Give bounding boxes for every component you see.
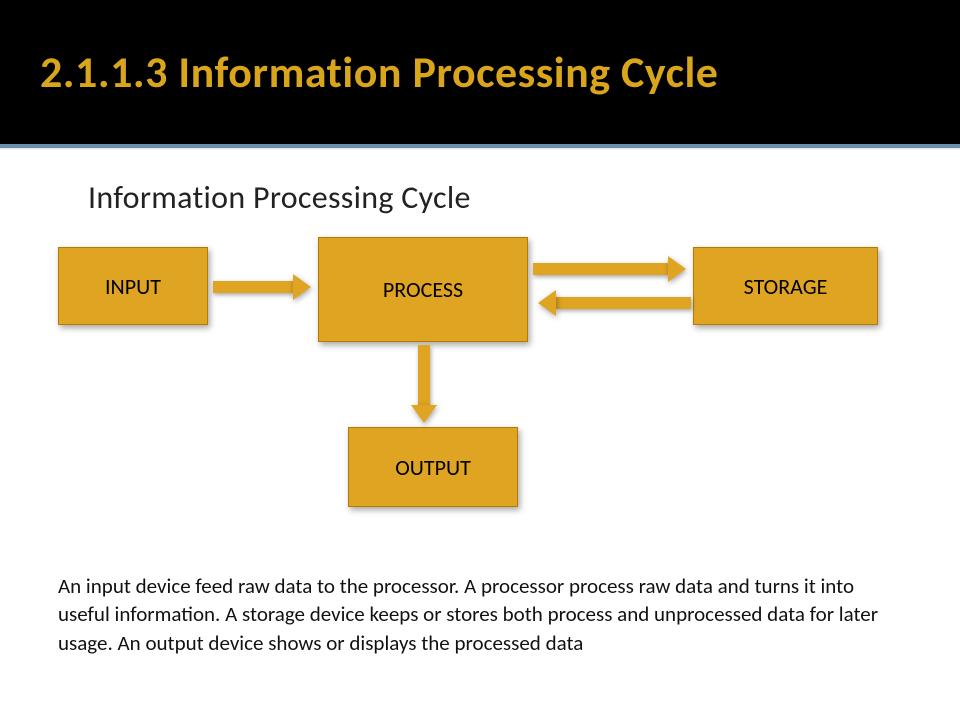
box-input-label: INPUT — [63, 252, 203, 320]
box-input: INPUT — [58, 247, 208, 325]
arrow-storage-process-shaft — [556, 297, 691, 309]
arrow-process-output-shaft — [418, 345, 430, 405]
diagram-subtitle: Information Processing Cycle — [88, 178, 902, 217]
box-storage: STORAGE — [693, 247, 878, 325]
slide-title: 2.1.1.3 Information Processing Cycle — [40, 45, 718, 99]
processing-cycle-diagram: INPUT PROCESS STORAGE OUTPUT — [58, 237, 902, 537]
box-output-label: OUTPUT — [353, 432, 513, 502]
arrow-process-output-head — [411, 405, 437, 423]
box-output: OUTPUT — [348, 427, 518, 507]
slide-content: Information Processing Cycle INPUT PROCE… — [0, 148, 960, 657]
arrow-process-storage-head — [668, 256, 686, 282]
arrow-input-process-shaft — [213, 281, 293, 293]
slide-header: 2.1.1.3 Information Processing Cycle — [0, 0, 960, 148]
diagram-description: An input device feed raw data to the pro… — [58, 572, 898, 657]
arrow-input-process-head — [293, 274, 311, 300]
arrow-process-storage-shaft — [533, 263, 668, 275]
box-process-label: PROCESS — [323, 242, 523, 337]
arrow-storage-process-head — [538, 290, 556, 316]
box-process: PROCESS — [318, 237, 528, 342]
box-storage-label: STORAGE — [698, 252, 873, 320]
